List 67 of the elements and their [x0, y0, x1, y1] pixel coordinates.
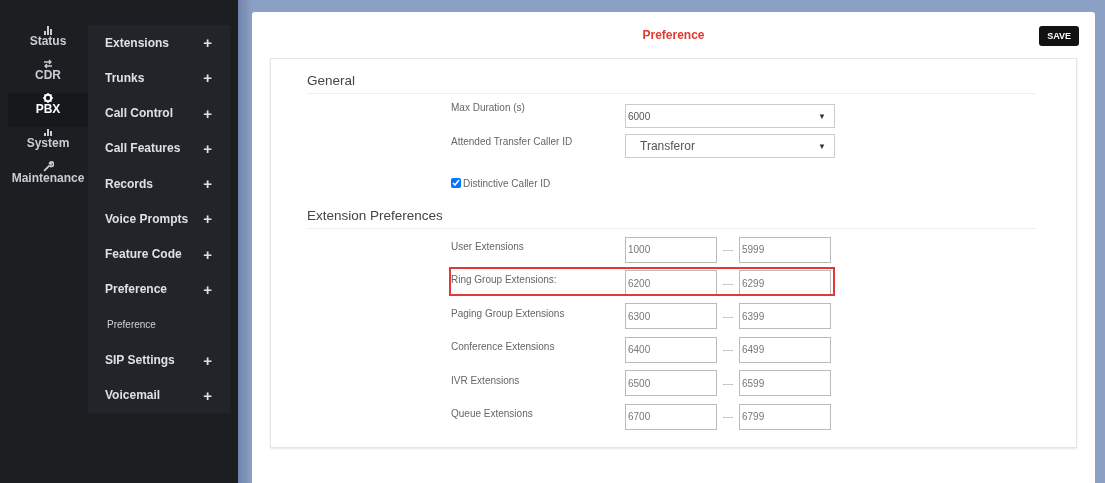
field-label: IVR Extensions: [451, 373, 521, 386]
menu-item[interactable]: Feature Code +: [88, 236, 230, 272]
submenu-item[interactable]: Preference: [88, 307, 230, 343]
range-separator: ----: [721, 311, 735, 321]
field-label: Conference Extensions: [451, 340, 556, 353]
input-field[interactable]: 5999: [739, 236, 831, 263]
expand-icon[interactable]: +: [203, 104, 212, 122]
section-heading: Extension Preferences: [307, 208, 1036, 229]
field-label: Max Duration (s): [451, 101, 526, 113]
field-label: User Extensions: [451, 240, 525, 252]
input-field[interactable]: 6400: [625, 336, 717, 363]
expand-icon[interactable]: +: [203, 139, 212, 157]
field-label: Ring Group Extensions:: [451, 273, 558, 286]
nav-item[interactable]: Status: [8, 25, 88, 59]
menu-item[interactable]: Call Features +: [88, 130, 230, 167]
nav-item[interactable]: Maintenance: [8, 161, 88, 195]
input-field[interactable]: 6200: [625, 270, 717, 297]
select-field[interactable]: Transferor ▼: [625, 134, 835, 158]
swap-arrows-icon: [43, 59, 53, 69]
expand-icon[interactable]: +: [203, 175, 212, 193]
save-button[interactable]: SAVE: [1039, 26, 1079, 46]
field-label: Paging Group Extensions: [451, 306, 566, 319]
checkbox[interactable]: [451, 178, 461, 188]
range-separator: ----: [721, 378, 735, 388]
input-field[interactable]: 6599: [739, 370, 831, 397]
checkbox-label[interactable]: Distinctive Caller ID: [451, 177, 551, 189]
menu-item[interactable]: Call Control +: [88, 95, 230, 131]
nav-item[interactable]: PBX: [8, 93, 88, 127]
caret-icon: ▼: [818, 141, 826, 151]
select-field[interactable]: 6000 ▼: [625, 104, 835, 128]
input-field[interactable]: 6300: [625, 303, 717, 330]
caret-icon: ▼: [818, 111, 826, 121]
input-field[interactable]: 6799: [739, 403, 831, 430]
input-field[interactable]: 6399: [739, 303, 831, 330]
equalizer-icon: [43, 127, 53, 137]
input-field[interactable]: 1000: [625, 236, 717, 263]
field-label: Attended Transfer Caller ID: [451, 135, 574, 147]
menu-item[interactable]: Extensions +: [88, 25, 230, 61]
expand-icon[interactable]: +: [203, 69, 212, 87]
input-field[interactable]: 6499: [739, 336, 831, 363]
page-title: Preference: [642, 28, 705, 43]
section-heading: General: [307, 73, 1036, 94]
expand-icon[interactable]: +: [203, 386, 212, 404]
input-field[interactable]: 6299: [739, 270, 831, 297]
menu-item[interactable]: Records +: [88, 166, 230, 202]
menu-item[interactable]: Voicemail +: [88, 377, 230, 413]
input-field[interactable]: 6500: [625, 370, 717, 397]
range-separator: ----: [721, 412, 735, 422]
wrench-icon: [42, 161, 54, 172]
input-field[interactable]: 6700: [625, 403, 717, 430]
range-separator: ----: [721, 245, 735, 255]
bar-chart-icon: [43, 25, 53, 35]
field-label: Queue Extensions: [451, 406, 534, 419]
expand-icon[interactable]: +: [203, 210, 212, 228]
menu-item[interactable]: SIP Settings +: [88, 342, 230, 378]
menu-item[interactable]: Voice Prompts +: [88, 201, 230, 237]
range-separator: ----: [721, 278, 735, 288]
range-separator: ----: [721, 345, 735, 355]
expand-icon[interactable]: +: [203, 34, 212, 52]
expand-icon[interactable]: +: [203, 281, 212, 298]
nav-item[interactable]: System: [8, 127, 88, 161]
gear-icon: [43, 93, 53, 103]
menu-item[interactable]: Trunks +: [88, 60, 230, 96]
menu-item[interactable]: Preference +: [88, 271, 230, 308]
expand-icon[interactable]: +: [203, 245, 212, 263]
nav-item[interactable]: CDR: [8, 59, 88, 93]
expand-icon[interactable]: +: [203, 351, 212, 369]
